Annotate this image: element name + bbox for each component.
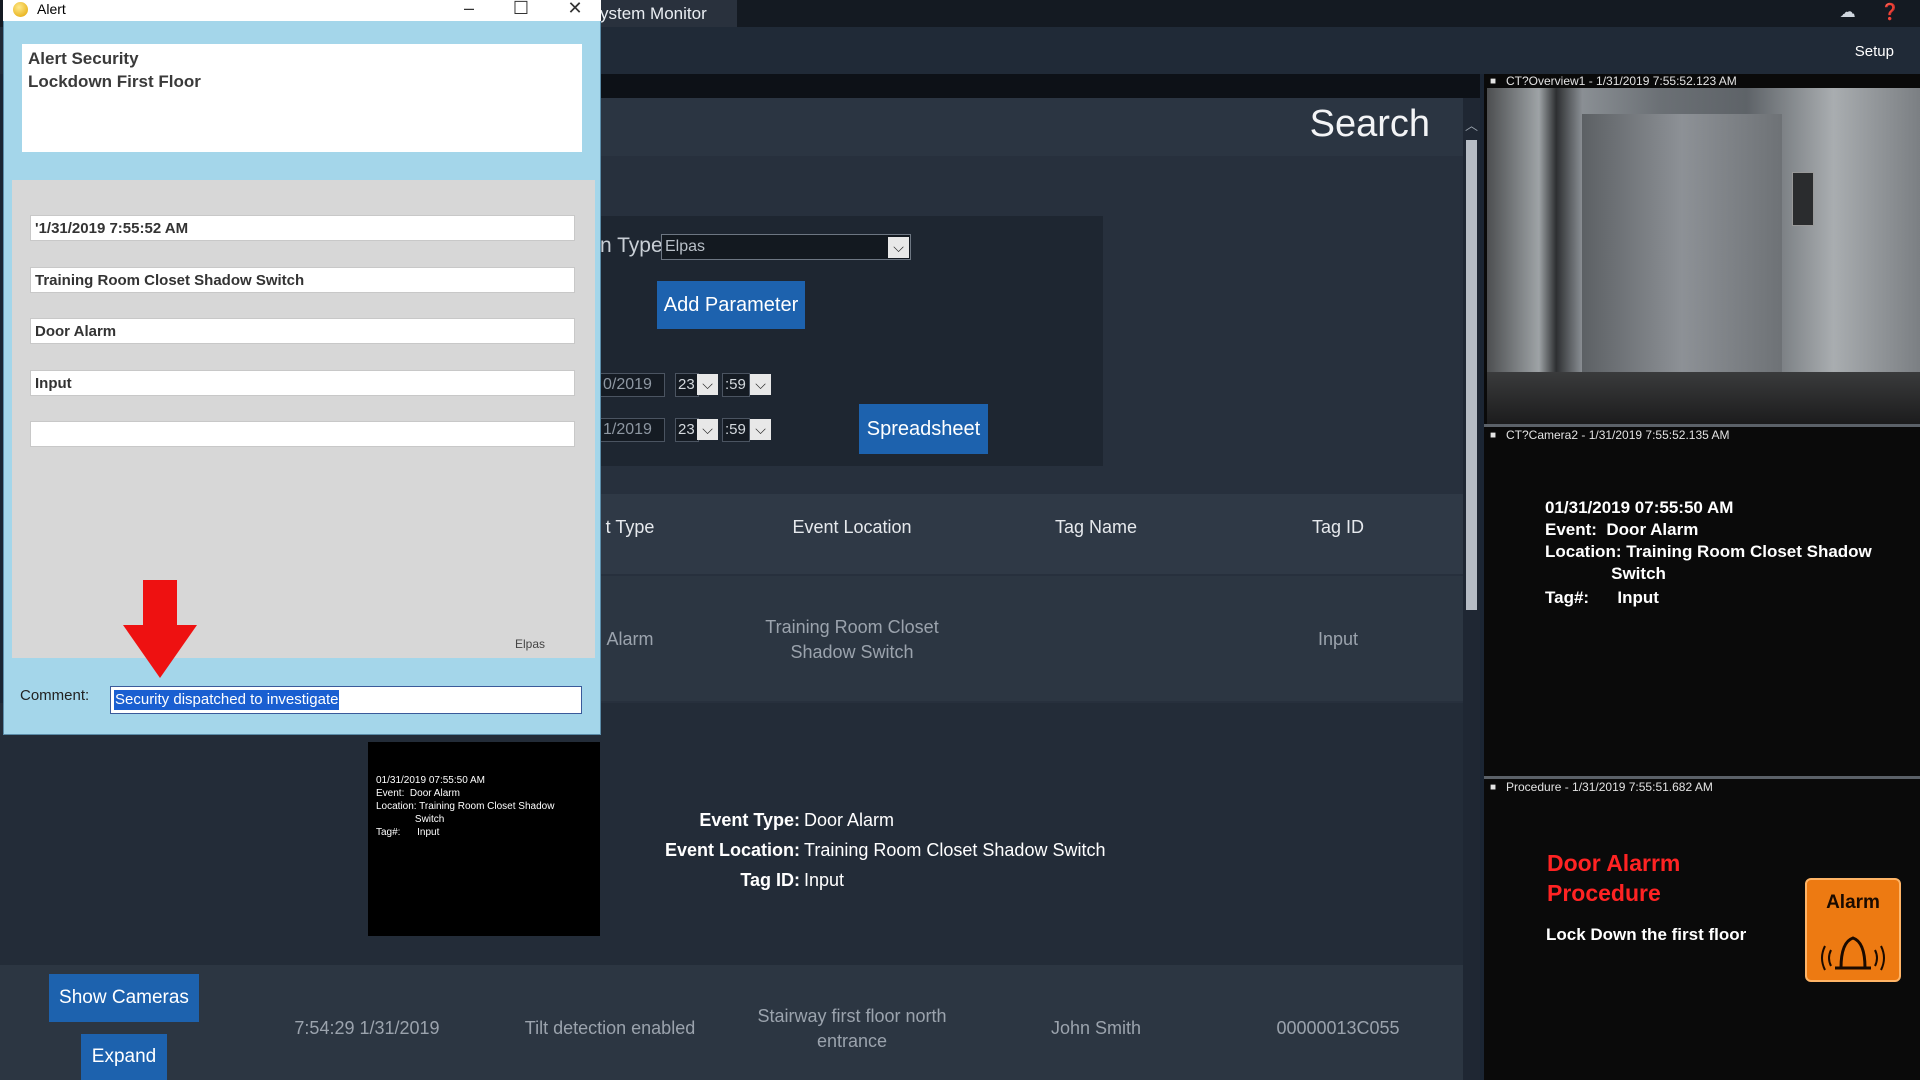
- procedure-title: Door Alarrm Procedure: [1547, 850, 1681, 906]
- detail-tag-id: Input: [804, 870, 845, 890]
- floor-image: [1487, 372, 1920, 424]
- end-date-field[interactable]: 1/2019: [600, 418, 665, 442]
- minimize-icon[interactable]: –: [454, 0, 484, 19]
- type-select-value: Elpas: [665, 238, 706, 255]
- chevron-down-icon[interactable]: ⌵: [750, 374, 771, 395]
- alarm-badge-label: Alarm: [1826, 892, 1880, 913]
- comment-value: Security dispatched to investigate: [114, 690, 340, 710]
- alert-tag-field: Input: [30, 370, 575, 396]
- column-header-event-type[interactable]: t Type: [600, 517, 660, 538]
- chevron-down-icon[interactable]: ⌵: [697, 419, 718, 440]
- camera-icon: ■: [1490, 782, 1497, 793]
- tab-system-monitor[interactable]: ystem Monitor: [595, 0, 737, 27]
- alert-title: Alert: [37, 1, 66, 17]
- setup-link[interactable]: Setup: [1855, 43, 1894, 60]
- alert-location-field: Training Room Closet Shadow Switch: [30, 267, 575, 293]
- camera-caption: CT?Camera2 - 1/31/2019 7:55:52.135 AM: [1506, 428, 1730, 442]
- cell-event-location: Stairway first floor north entrance: [757, 1006, 947, 1051]
- alert-event-field: Door Alarm: [30, 318, 575, 344]
- chevron-down-icon[interactable]: ⌵: [888, 237, 909, 258]
- camera-thumbnail[interactable]: [368, 742, 600, 936]
- cell-tag-id: Input: [1317, 629, 1359, 649]
- alert-time-field: '1/31/2019 7:55:52 AM: [30, 215, 575, 241]
- row-detail: [0, 703, 1463, 965]
- alert-source-label: Elpas: [515, 637, 546, 651]
- maximize-icon[interactable]: ☐: [506, 0, 536, 19]
- detail-event-type-label: Event Type:: [699, 810, 800, 830]
- thumb-line: 01/31/2019 07:55:50 AM: [376, 775, 485, 786]
- show-cameras-button[interactable]: Show Cameras: [49, 974, 199, 1022]
- camera2-line: Tag#: Input: [1545, 588, 1659, 607]
- start-minute-field[interactable]: :59: [722, 373, 750, 397]
- column-header-tag-id[interactable]: Tag ID: [1238, 517, 1438, 538]
- procedure-text: Lock Down the first floor: [1546, 925, 1747, 944]
- camera2-line: Location: Training Room Closet Shadow: [1545, 542, 1872, 561]
- alert-body: [12, 180, 595, 658]
- detail-event-location: Training Room Closet Shadow Switch: [804, 840, 1106, 860]
- end-hour-field[interactable]: 23: [675, 418, 699, 442]
- alert-message-line: Lockdown First Floor: [28, 72, 201, 91]
- chevron-down-icon[interactable]: ⌵: [750, 419, 771, 440]
- cell-event-type: Tilt detection enabled: [524, 1018, 696, 1038]
- start-date-field[interactable]: 0/2019: [600, 373, 665, 397]
- scrollbar-thumb[interactable]: [1466, 140, 1477, 610]
- camera-divider: [1484, 776, 1920, 779]
- add-parameter-button[interactable]: Add Parameter: [657, 281, 805, 329]
- detail-event-location-label: Event Location:: [664, 840, 800, 860]
- alert-app-icon: [13, 2, 28, 17]
- comment-label: Comment:: [20, 687, 90, 704]
- end-minute-field[interactable]: :59: [722, 418, 750, 442]
- spreadsheet-button[interactable]: Spreadsheet: [859, 404, 988, 454]
- panel-top-strip: [600, 74, 1480, 98]
- camera-caption: Procedure - 1/31/2019 7:55:51.682 AM: [1506, 780, 1713, 794]
- cell-tag-name: John Smith: [1050, 1018, 1142, 1038]
- door-image: [1582, 114, 1782, 414]
- type-label: n Type: [600, 234, 663, 257]
- expand-button[interactable]: Expand: [81, 1034, 167, 1080]
- thumb-line: Switch: [376, 814, 445, 825]
- close-icon[interactable]: ✕: [560, 0, 590, 19]
- thumb-line: Tag#: Input: [376, 827, 440, 838]
- camera-icon: ■: [1490, 430, 1497, 441]
- alert-extra-field: [30, 421, 575, 447]
- camera2-line: Event: Door Alarm: [1545, 520, 1699, 539]
- thumb-line: Location: Training Room Closet Shadow: [376, 801, 555, 812]
- column-header-tag-name[interactable]: Tag Name: [996, 517, 1196, 538]
- start-hour-field[interactable]: 23: [675, 373, 699, 397]
- search-title: Search: [1309, 103, 1430, 145]
- alert-message-line: Alert Security: [28, 49, 139, 68]
- camera2-line: 01/31/2019 07:55:50 AM: [1545, 498, 1734, 517]
- cell-time: 7:54:29 1/31/2019: [294, 1018, 440, 1038]
- detail-event-type: Door Alarm: [804, 810, 895, 830]
- camera2-line: Switch: [1545, 564, 1666, 583]
- chevron-down-icon[interactable]: ⌵: [697, 374, 718, 395]
- tray-icons[interactable]: ☁ ❓: [1840, 2, 1910, 22]
- cell-tag-id: 00000013C055: [1276, 1018, 1400, 1038]
- scroll-up-icon[interactable]: ︿: [1463, 115, 1480, 134]
- camera-icon: ■: [1490, 76, 1497, 87]
- thumb-line: Event: Door Alarm: [376, 788, 460, 799]
- camera-caption: CT?Overview1 - 1/31/2019 7:55:52.123 AM: [1506, 74, 1737, 88]
- detail-tag-id-label: Tag ID:: [740, 870, 800, 890]
- cell-event-type: Alarm: [606, 629, 654, 649]
- keypad-image: [1792, 172, 1814, 226]
- arrow-down-icon: [123, 580, 197, 678]
- cell-event-location: Training Room Closet Shadow Switch: [765, 617, 939, 662]
- column-header-event-location[interactable]: Event Location: [752, 517, 952, 538]
- camera-divider: [1484, 424, 1920, 427]
